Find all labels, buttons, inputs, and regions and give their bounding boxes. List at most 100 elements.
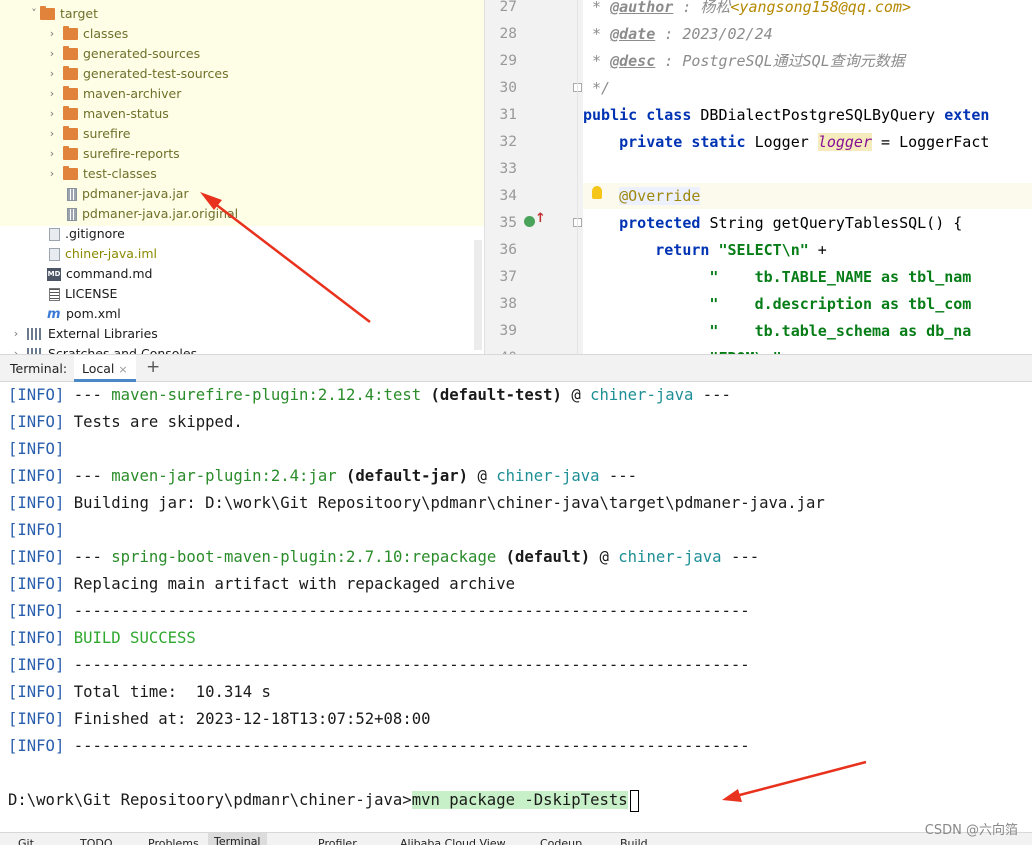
folder-icon: [63, 126, 78, 140]
chevron-right-icon[interactable]: ›: [46, 64, 58, 84]
tree-item-surefire[interactable]: › surefire: [46, 124, 130, 144]
folder-icon: [63, 106, 78, 120]
chevron-down-icon[interactable]: ˅: [28, 4, 40, 24]
terminal-header-label: Terminal:: [10, 361, 68, 376]
tree-item-label: generated-sources: [83, 46, 201, 61]
tree-item-external-libraries[interactable]: › External Libraries: [10, 324, 158, 344]
tree-item-maven-status[interactable]: › maven-status: [46, 104, 169, 124]
code-line-32: private static Logger logger = LoggerFac…: [583, 133, 990, 151]
tree-item-gitignore[interactable]: .gitignore: [49, 224, 125, 244]
tree-item-classes[interactable]: › classes: [46, 24, 128, 44]
tree-item-test-classes[interactable]: › test-classes: [46, 164, 157, 184]
tool-problems[interactable]: Problems: [148, 837, 199, 845]
code-line-27: * @author : 杨松<yangsong158@qq.com>: [583, 0, 912, 16]
watermark: CSDN @六向箔: [924, 823, 1018, 838]
chevron-right-icon[interactable]: ›: [46, 104, 58, 124]
tree-item-target[interactable]: ˅ target: [28, 4, 98, 24]
folder-icon: [63, 86, 78, 100]
code-line-34: @Override: [619, 187, 701, 205]
tree-item-label: External Libraries: [48, 326, 158, 341]
terminal-command[interactable]: mvn package -DskipTests: [411, 791, 628, 809]
line-number: 32: [499, 134, 517, 150]
tree-item-pdmaner-jar-original[interactable]: pdmaner-java.jar.original: [67, 204, 238, 224]
tree-item-surefire-reports[interactable]: › surefire-reports: [46, 144, 180, 164]
code-line-37: " tb.TABLE_NAME as tbl_nam: [583, 268, 972, 286]
folder-icon: [63, 66, 78, 80]
tree-item-label: generated-test-sources: [83, 66, 229, 81]
code-line-30: */: [583, 79, 611, 97]
chevron-right-icon[interactable]: ›: [46, 144, 58, 164]
tree-item-scratches[interactable]: › Scratches and Consoles: [10, 344, 197, 354]
tree-item-label: chiner-java.iml: [65, 246, 158, 261]
tree-item-pom[interactable]: m pom.xml: [47, 304, 121, 324]
terminal-line: [INFO] Total time: 10.314 s: [8, 683, 271, 701]
terminal-prompt: D:\work\Git Repositoory\pdmanr\chiner-ja…: [8, 791, 412, 809]
override-arrow-icon[interactable]: ↑: [535, 211, 546, 226]
line-number: 38: [499, 296, 517, 312]
line-number: 30: [499, 80, 517, 96]
tree-item-license[interactable]: LICENSE: [49, 284, 117, 304]
code-line-40: "FROM\n" +: [583, 345, 799, 354]
terminal-output[interactable]: [INFO] --- maven-surefire-plugin:2.12.4:…: [0, 382, 1032, 832]
new-tab-button[interactable]: +: [146, 357, 160, 377]
terminal-line: [INFO] ---------------------------------…: [8, 737, 750, 755]
line-number: 34: [499, 188, 517, 204]
tree-item-maven-archiver[interactable]: › maven-archiver: [46, 84, 181, 104]
tool-terminal[interactable]: Terminal: [208, 833, 267, 845]
tool-codeup[interactable]: Codeup: [540, 837, 582, 845]
implements-method-icon[interactable]: [524, 216, 535, 227]
terminal-tab-bar: Terminal: Local × +: [0, 354, 1032, 382]
libraries-icon: [27, 328, 43, 340]
text-file-icon: [49, 287, 60, 301]
tool-alibaba-cloud-view[interactable]: Alibaba Cloud View: [400, 837, 506, 845]
tree-item-label: pdmaner-java.jar.original: [82, 206, 239, 221]
tool-todo[interactable]: TODO: [80, 837, 113, 845]
tree-scrollbar[interactable]: [474, 240, 482, 350]
code-line-31: public class DBDialectPostgreSQLByQuery …: [583, 106, 990, 124]
maven-file-icon: m: [47, 306, 61, 322]
terminal-line: [INFO]: [8, 521, 65, 539]
tab-local[interactable]: Local ×: [74, 355, 136, 382]
chevron-right-icon[interactable]: ›: [46, 164, 58, 184]
chevron-right-icon[interactable]: ›: [46, 124, 58, 144]
tool-build[interactable]: Build: [620, 837, 648, 845]
code-editor[interactable]: * @author : 杨松<yangsong158@qq.com> * @da…: [583, 0, 1032, 354]
terminal-prompt-line[interactable]: D:\work\Git Repositoory\pdmanr\chiner-ja…: [8, 787, 639, 814]
tree-item-label: LICENSE: [65, 286, 118, 301]
close-icon[interactable]: ×: [118, 363, 127, 376]
tree-item-label: test-classes: [83, 166, 157, 181]
terminal-line: [INFO] ---------------------------------…: [8, 602, 750, 620]
terminal-line: [INFO] --- spring-boot-maven-plugin:2.7.…: [8, 548, 760, 566]
chevron-right-icon[interactable]: ›: [46, 24, 58, 44]
chevron-right-icon[interactable]: ›: [46, 84, 58, 104]
folder-icon: [63, 166, 78, 180]
terminal-line: [INFO] Finished at: 2023-12-18T13:07:52+…: [8, 710, 431, 728]
markdown-file-icon: MD: [47, 267, 61, 281]
code-line-36: return "SELECT\n" +: [583, 241, 827, 259]
folder-icon: [40, 6, 55, 20]
tree-item-label: Scratches and Consoles: [48, 346, 198, 354]
tree-item-label: classes: [83, 26, 129, 41]
chevron-right-icon[interactable]: ›: [10, 344, 22, 354]
tree-item-label: target: [60, 6, 99, 21]
folder-icon: [63, 146, 78, 160]
tree-item-generated-test-sources[interactable]: › generated-test-sources: [46, 64, 229, 84]
chevron-right-icon[interactable]: ›: [10, 324, 22, 344]
code-line-29: * @desc : PostgreSQL通过SQL查询元数据: [583, 52, 905, 70]
tool-git[interactable]: Git: [18, 837, 34, 845]
terminal-line: [INFO] Replacing main artifact with repa…: [8, 575, 515, 593]
tab-label: Local: [82, 361, 115, 376]
folder-icon: [63, 46, 78, 60]
tree-item-label: maven-archiver: [83, 86, 182, 101]
line-number: 36: [499, 242, 517, 258]
tool-profiler[interactable]: Profiler: [318, 837, 357, 845]
tree-item-command-md[interactable]: MD command.md: [47, 264, 152, 284]
tree-item-label: pdmaner-java.jar: [82, 186, 189, 201]
tree-item-chiner-iml[interactable]: chiner-java.iml: [49, 244, 157, 264]
line-number: 29: [499, 53, 517, 69]
gutter-divider: [577, 0, 578, 354]
chevron-right-icon[interactable]: ›: [46, 44, 58, 64]
tree-item-generated-sources[interactable]: › generated-sources: [46, 44, 200, 64]
tree-item-pdmaner-jar[interactable]: pdmaner-java.jar: [67, 184, 189, 204]
terminal-line: [INFO] --- maven-surefire-plugin:2.12.4:…: [8, 386, 731, 404]
